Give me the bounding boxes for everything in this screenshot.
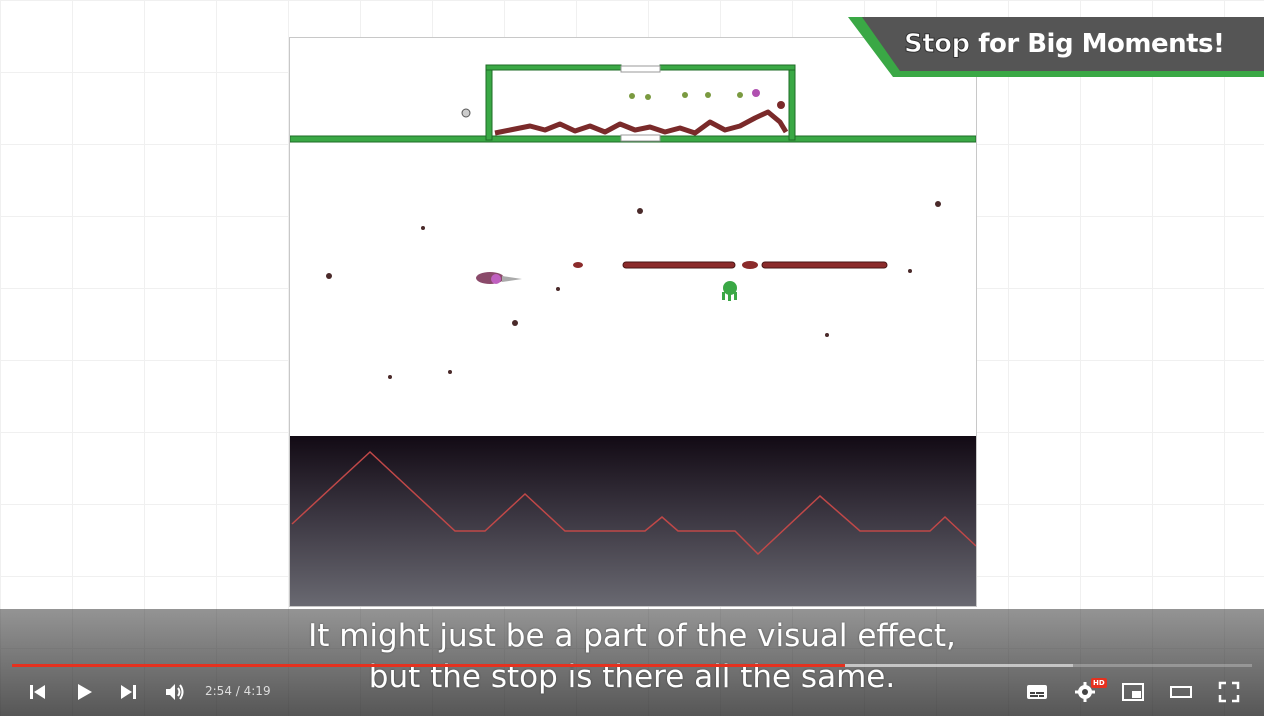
play-button[interactable] <box>72 680 96 704</box>
skip-next-button[interactable] <box>116 680 140 704</box>
caption-line-1: It might just be a part of the visual ef… <box>308 618 956 654</box>
miniplayer-button[interactable] <box>1121 680 1145 704</box>
fullscreen-button[interactable] <box>1217 680 1241 704</box>
skip-next-icon <box>121 685 136 699</box>
title-banner: Stop for Big Moments! <box>848 17 1264 77</box>
duration: 4:19 <box>243 684 271 698</box>
subtitles-icon <box>1027 685 1047 699</box>
volume-button[interactable] <box>163 680 187 704</box>
skip-previous-icon <box>30 685 45 699</box>
banner-stop-word: Stop <box>904 29 971 60</box>
green-enemy <box>722 281 737 301</box>
progress-bar[interactable] <box>12 664 1252 667</box>
progress-played <box>12 664 846 667</box>
banner-rest: for Big Moments! <box>969 29 1225 59</box>
theater-mode-button[interactable] <box>1169 680 1193 704</box>
hd-badge: HD <box>1091 678 1107 688</box>
fullscreen-icon <box>1218 681 1240 703</box>
time-display: 2:54 / 4:19 <box>205 684 271 698</box>
banner-title: Stop for Big Moments! <box>904 29 1225 60</box>
current-time: 2:54 <box>205 684 232 698</box>
subtitles-button[interactable] <box>1025 680 1049 704</box>
miniplayer-icon <box>1122 683 1144 701</box>
floating-particles <box>461 89 785 118</box>
game-scene <box>290 64 976 606</box>
skip-previous-button[interactable] <box>26 680 50 704</box>
space-dust <box>326 201 941 379</box>
laser-beam <box>573 261 888 269</box>
ground-area <box>290 436 976 606</box>
theater-mode-icon <box>1170 686 1192 698</box>
debris-pile <box>494 109 789 136</box>
player-ship <box>476 272 522 284</box>
volume-icon <box>166 684 184 700</box>
game-viewport <box>289 37 977 607</box>
play-icon <box>78 684 92 700</box>
time-separator: / <box>231 684 244 698</box>
